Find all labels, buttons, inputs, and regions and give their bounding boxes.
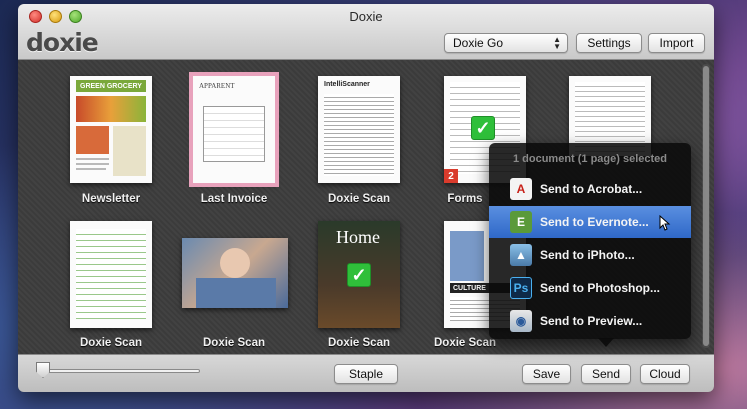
scan-thumbnail-newsletter[interactable]: GREEN GROCERY — [70, 76, 152, 183]
menu-item-send-to-iphoto[interactable]: ▲ Send to iPhoto... — [489, 239, 691, 271]
zoom-slider-knob[interactable] — [36, 362, 50, 378]
invoice-logo: APPARENT — [199, 82, 235, 90]
home-magazine-title: Home — [336, 227, 380, 247]
source-select-value: Doxie Go — [453, 36, 504, 50]
scan-label: Doxie Scan — [203, 337, 265, 349]
title-bar: Doxie doxie Doxie Go ▲ ▼ Settings Import — [18, 4, 714, 60]
scan-label: Doxie Scan — [328, 193, 390, 205]
newsletter-banner: GREEN GROCERY — [76, 80, 146, 92]
send-button[interactable]: Send — [581, 364, 631, 384]
bottom-bar: Staple Save Send Cloud — [18, 354, 714, 392]
document-text — [575, 82, 645, 152]
newsletter-photo — [76, 96, 146, 122]
culture-photo — [450, 231, 484, 281]
menu-item-label: Send to Acrobat... — [540, 182, 643, 196]
menu-item-label: Send to Evernote... — [540, 215, 649, 229]
invoice-table — [203, 106, 265, 162]
import-button[interactable]: Import — [648, 33, 705, 53]
menu-item-send-to-preview[interactable]: ◉ Send to Preview... — [489, 305, 691, 337]
menu-item-send-to-photoshop[interactable]: Ps Send to Photoshop... — [489, 272, 691, 304]
iphoto-icon: ▲ — [510, 244, 532, 266]
scan-thumbnail-last-invoice[interactable]: APPARENT — [189, 72, 279, 187]
menu-header: 1 document (1 page) selected — [512, 153, 668, 165]
spreadsheet-table — [76, 229, 146, 319]
evernote-icon: E — [510, 211, 532, 233]
stepper-arrows-icon: ▲ ▼ — [553, 35, 561, 51]
menu-item-label: Send to iPhoto... — [540, 248, 635, 262]
intelliscanner-logo: IntelliScanner — [324, 81, 370, 88]
window-title: Doxie — [349, 9, 383, 24]
preview-icon: ◉ — [510, 310, 532, 332]
scan-thumbnail-spreadsheet[interactable] — [70, 221, 152, 328]
vertical-scrollbar[interactable] — [702, 64, 710, 348]
source-select[interactable]: Doxie Go ▲ ▼ — [444, 33, 568, 53]
page-count-badge: 2 — [444, 169, 458, 183]
menu-pointer-tail — [598, 338, 614, 347]
photoshop-icon: Ps — [510, 277, 532, 299]
menu-item-label: Send to Photoshop... — [540, 281, 660, 295]
mouse-cursor-icon — [659, 215, 671, 231]
scan-thumbnail-home-magazine[interactable]: Home ✓ — [318, 221, 400, 328]
save-button[interactable]: Save — [522, 364, 571, 384]
scan-label: Last Invoice — [200, 193, 268, 205]
scrollbar-thumb[interactable] — [703, 66, 709, 346]
menu-item-send-to-acrobat[interactable]: A Send to Acrobat... — [489, 173, 691, 205]
scan-thumbnail-doxie-scan[interactable]: IntelliScanner — [318, 76, 400, 183]
cloud-button[interactable]: Cloud — [640, 364, 690, 384]
checkmark-icon: ✓ — [471, 116, 495, 140]
staple-button[interactable]: Staple — [334, 364, 398, 384]
scan-label: Doxie Scan — [80, 337, 142, 349]
doxie-logo: doxie — [26, 28, 99, 57]
photo-body — [196, 278, 276, 308]
newsletter-photo-2 — [76, 126, 109, 154]
send-to-menu: 1 document (1 page) selected A Send to A… — [489, 143, 691, 339]
settings-button[interactable]: Settings — [576, 33, 642, 53]
scan-thumbnail-baby-photo[interactable] — [182, 238, 288, 308]
zoom-slider[interactable] — [40, 369, 200, 373]
scan-label: Newsletter — [81, 193, 141, 205]
newsletter-sidebar — [113, 126, 146, 176]
menu-item-label: Send to Preview... — [540, 314, 643, 328]
acrobat-icon: A — [510, 178, 532, 200]
scan-label: Doxie Scan — [328, 337, 390, 349]
checkmark-icon: ✓ — [347, 263, 371, 287]
photo-face — [220, 248, 250, 278]
document-text — [324, 94, 394, 176]
